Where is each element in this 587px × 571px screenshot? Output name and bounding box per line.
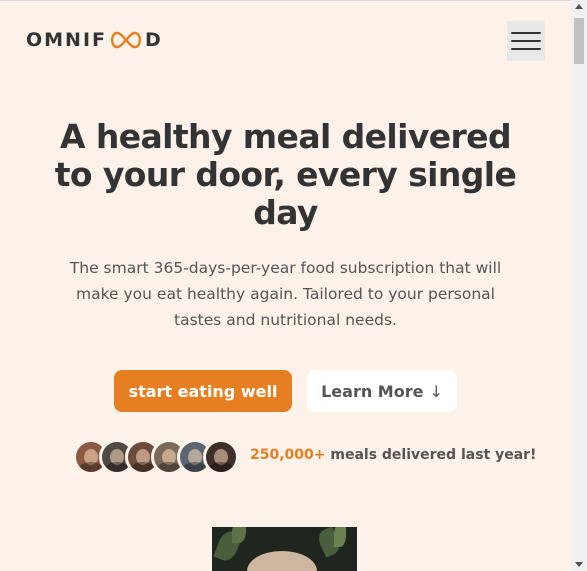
food-bowl	[247, 551, 317, 571]
omnifood-logo[interactable]: OMNIF D	[26, 27, 163, 53]
hero-food-image	[212, 527, 357, 571]
learn-more-label: Learn More	[321, 381, 424, 401]
customer-avatar-6	[203, 439, 239, 475]
meals-delivered-count: 250,000+	[250, 447, 326, 463]
start-eating-well-button[interactable]: start eating well	[114, 370, 292, 412]
logo-text-suffix: D	[145, 29, 163, 51]
hero-description: The smart 365-days-per-year food subscri…	[69, 259, 502, 329]
menu-line-icon	[511, 40, 541, 42]
scrollbar[interactable]	[571, 0, 587, 571]
page: OMNIF D A healthy meal delivered to your…	[0, 0, 571, 571]
scroll-down-arrow-icon[interactable]	[575, 562, 583, 567]
menu-line-icon	[511, 32, 541, 34]
infinity-loop-icon	[110, 31, 142, 49]
logo-text-prefix: OMNIF	[26, 29, 108, 51]
hero-title: A healthy meal delivered to your door, e…	[54, 117, 517, 232]
learn-more-button[interactable]: Learn More ↓	[307, 370, 457, 412]
hamburger-menu-button[interactable]	[507, 21, 545, 61]
scrollbar-thumb[interactable]	[574, 18, 584, 64]
customer-avatars	[73, 439, 239, 475]
scroll-up-arrow-icon[interactable]	[575, 4, 583, 9]
menu-line-icon	[511, 48, 541, 50]
arrow-down-icon: ↓	[429, 381, 443, 401]
meals-delivered-text: 250,000+ meals delivered last year!	[250, 447, 536, 463]
meals-delivered-label: meals delivered last year!	[330, 447, 537, 463]
top-border	[0, 0, 571, 1]
